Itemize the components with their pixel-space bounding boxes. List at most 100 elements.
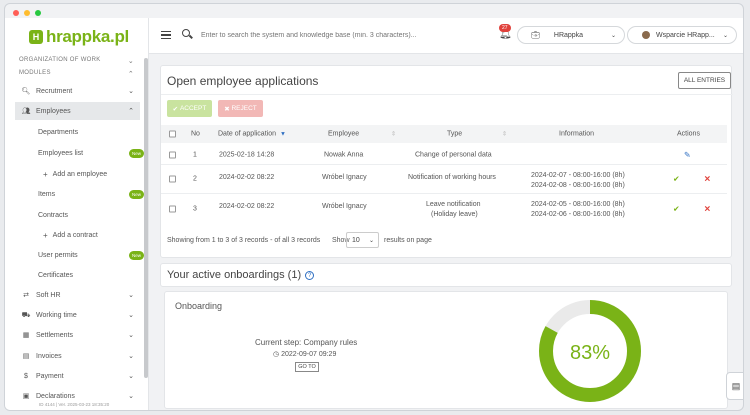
accept-button[interactable]: ✔ ACCEPT: [167, 100, 212, 117]
plus-icon: +: [43, 169, 48, 179]
company-name: HRappka: [553, 31, 584, 39]
progress-donut: 83%: [539, 300, 641, 402]
onboarding-card-title: Onboarding: [175, 301, 223, 311]
row-employee: Nowak Anna: [324, 151, 364, 158]
company-select[interactable]: 💼︎ HRappka ⌄: [517, 26, 625, 44]
logo-icon: H: [29, 30, 43, 44]
table-row[interactable]: 2 2024-02-02 08:22 Wróbel Ignacy Notific…: [161, 165, 727, 194]
go-to-button[interactable]: GO TO: [295, 362, 319, 372]
results-label: results on page: [384, 237, 432, 244]
col-employee[interactable]: Employee: [328, 131, 359, 138]
sidebar-item-add-employee[interactable]: + Add an employee: [33, 167, 143, 181]
sidebar-item-employees[interactable]: 👥︎ Employees ⌃: [15, 102, 140, 120]
reject-icon[interactable]: ✕: [704, 205, 711, 214]
section-label: MODULES: [19, 70, 51, 76]
sidebar-item-items[interactable]: Items New: [38, 187, 144, 201]
page-size-value: 10: [352, 236, 360, 244]
chevron-down-icon: ⌄: [610, 32, 616, 39]
chevron-down-icon: ⌄: [128, 292, 134, 299]
sidebar-item-working-time[interactable]: ⛟ Working time ⌄: [15, 306, 140, 324]
sidebar-item-invoices[interactable]: ▤ Invoices ⌄: [15, 347, 140, 365]
briefcase-icon: 💼︎: [531, 32, 540, 39]
logo[interactable]: H hrappka.pl: [29, 27, 129, 47]
select-all-checkbox[interactable]: [169, 130, 176, 138]
row-no: 2: [193, 175, 197, 183]
clipboard-icon: ▤: [731, 380, 741, 391]
sidebar-item-settlements[interactable]: ▦ Settlements ⌄: [15, 326, 140, 344]
page-size-select[interactable]: 10 ⌄: [346, 232, 379, 248]
close-dot[interactable]: [13, 10, 19, 16]
sidebar-item-payment[interactable]: $ Payment ⌄: [15, 367, 140, 385]
row-type-detail: (Holiday leave): [431, 211, 478, 218]
table-row[interactable]: 3 2024-02-02 08:22 Wróbel Ignacy Leave n…: [161, 194, 727, 224]
sidebar-item-contracts[interactable]: Contracts: [38, 208, 148, 222]
col-date[interactable]: Date of application ▼: [218, 131, 286, 138]
search-icon[interactable]: [182, 29, 190, 37]
row-date: 2024-02-02 08:22: [219, 174, 275, 181]
row-checkbox[interactable]: [169, 175, 176, 183]
step-date: ◷ 2022-09-07 09:29: [273, 350, 336, 358]
topbar: 🔔︎ 27 💼︎ HRappka ⌄ Wsparcie HRapp... ⌄: [149, 18, 743, 54]
divider: [161, 94, 733, 95]
sidebar-item-label: Add a contract: [52, 231, 98, 239]
sidebar-item-label: Settlements: [36, 331, 73, 339]
approve-icon[interactable]: ✔: [673, 175, 680, 184]
chevron-up-icon: ⌃: [128, 108, 134, 115]
maximize-dot[interactable]: [35, 10, 41, 16]
clock-icon: ◷: [273, 351, 282, 358]
document-icon: ▣: [22, 393, 30, 400]
side-panel-button[interactable]: ▤: [726, 372, 743, 400]
table-row[interactable]: 1 2025-02-18 14:28 Nowak Anna Change of …: [161, 145, 727, 165]
new-badge: New: [128, 148, 144, 158]
col-date-label: Date of application: [218, 130, 276, 138]
plus-icon: +: [43, 230, 48, 240]
row-checkbox[interactable]: [169, 151, 176, 158]
sidebar-item-label: Soft HR: [36, 291, 61, 299]
sidebar-item-user-permits[interactable]: User permits New: [38, 248, 144, 262]
page-title: Open employee applications: [167, 74, 319, 88]
accept-label: ACCEPT: [179, 105, 207, 112]
sort-icon: ⇕: [502, 131, 508, 138]
section-modules[interactable]: MODULES ⌃: [19, 70, 134, 78]
col-no[interactable]: No: [191, 131, 200, 138]
user-select[interactable]: Wsparcie HRapp... ⌄: [627, 26, 737, 44]
minimize-dot[interactable]: [24, 10, 30, 16]
sidebar-item-add-contract[interactable]: + Add a contract: [33, 228, 143, 242]
sidebar-item-recruitment[interactable]: 🔍︎ Recrutment ⌄: [15, 82, 140, 100]
sidebar-item-label: Declarations: [36, 392, 75, 400]
row-checkbox[interactable]: [169, 205, 176, 213]
all-entries-button[interactable]: ALL ENTRIES: [678, 72, 731, 89]
sidebar-item-label: Working time: [36, 311, 77, 319]
chevron-down-icon: ⌄: [128, 393, 134, 400]
approve-icon[interactable]: ✔: [673, 205, 680, 214]
col-type[interactable]: Type: [447, 131, 462, 138]
sidebar-item-employees-list[interactable]: Employees list New: [38, 146, 144, 160]
onboardings-header: Your active onboardings (1)?: [160, 263, 732, 287]
menu-icon[interactable]: [161, 31, 171, 39]
chevron-down-icon: ⌄: [128, 353, 134, 360]
edit-icon[interactable]: ✎: [684, 150, 691, 159]
sidebar-item-soft-hr[interactable]: ⇄ Soft HR ⌄: [15, 286, 140, 304]
avatar: [642, 31, 650, 39]
records-info: Showing from 1 to 3 of 3 records - of al…: [167, 237, 321, 244]
logo-text: hrappka.pl: [46, 27, 129, 46]
sidebar-scrollbar[interactable]: [144, 58, 148, 378]
section-label: ORGANIZATION OF WORK: [19, 57, 101, 63]
sidebar-item-label: Employees list: [38, 149, 84, 157]
sidebar-item-certificates[interactable]: Certificates: [38, 268, 148, 282]
sidebar-item-departments[interactable]: Departments: [38, 125, 148, 139]
car-icon: ⛟: [21, 311, 31, 319]
row-info-line1: 2024-02-05 - 08:00-16:00 (8h): [531, 201, 625, 208]
window-controls: [13, 10, 41, 16]
dollar-icon: $: [24, 372, 28, 380]
reject-icon[interactable]: ✕: [704, 175, 711, 184]
section-organization[interactable]: ORGANIZATION OF WORK ⌄: [19, 57, 134, 65]
row-no: 1: [193, 151, 197, 158]
chevron-up-icon: ⌃: [127, 71, 134, 78]
close-icon: ✖: [224, 105, 232, 113]
help-icon[interactable]: ?: [305, 270, 315, 280]
search-input[interactable]: [201, 28, 471, 42]
version-info: ID 4144 | Ver. 2025-03-23 18:35:20: [39, 402, 110, 407]
sidebar-item-label: Payment: [36, 372, 64, 380]
reject-button[interactable]: ✖ REJECT: [218, 100, 263, 117]
